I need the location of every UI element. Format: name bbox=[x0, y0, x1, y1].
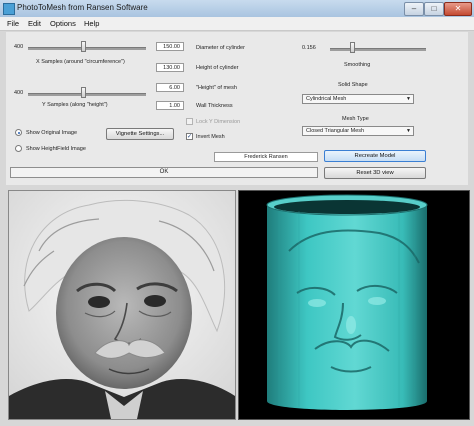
diameter-label: Diameter of cylinder bbox=[196, 45, 245, 51]
wall-thickness-field[interactable]: 1.00 bbox=[156, 101, 184, 110]
solid-shape-label: Solid Shape bbox=[338, 82, 368, 88]
x-samples-field[interactable]: 150.00 bbox=[156, 42, 184, 51]
x-samples-slider-value: 400 bbox=[14, 44, 24, 50]
original-image-view[interactable] bbox=[8, 190, 236, 420]
author-field[interactable]: Frederick Ransen bbox=[214, 152, 318, 162]
y-samples-slider[interactable] bbox=[28, 93, 146, 96]
wall-thickness-label: Wall Thickness bbox=[196, 103, 233, 109]
invert-mesh-label: Invert Mesh bbox=[196, 134, 225, 140]
x-samples-slider[interactable] bbox=[28, 47, 146, 50]
minimize-icon[interactable]: – bbox=[404, 2, 424, 16]
mesh-height-field[interactable]: 6.00 bbox=[156, 83, 184, 92]
maximize-icon[interactable]: □ bbox=[424, 2, 444, 16]
status-bar: OK bbox=[10, 167, 318, 178]
y-samples-slider-value: 400 bbox=[14, 90, 24, 96]
close-icon[interactable]: ✕ bbox=[444, 2, 472, 16]
solid-shape-value: Cylindrical Mesh bbox=[306, 96, 347, 102]
menu-edit[interactable]: Edit bbox=[28, 19, 41, 28]
mesh-type-label: Mesh Type bbox=[342, 116, 369, 122]
smoothing-label: Smoothing bbox=[344, 62, 371, 68]
vignette-settings-button[interactable]: Vignette Settings... bbox=[106, 128, 174, 140]
show-original-label: Show Original Image bbox=[26, 130, 78, 136]
x-samples-label: X Samples (around "circumference") bbox=[36, 59, 125, 65]
show-heightfield-label: Show HeightField Image bbox=[26, 146, 86, 152]
app-icon bbox=[3, 3, 15, 15]
reset-3d-view-button[interactable]: Reset 3D view bbox=[324, 167, 426, 179]
lock-y-checkbox[interactable] bbox=[186, 118, 193, 125]
mesh-type-dropdown[interactable]: Closed Triangular Mesh ▼ bbox=[302, 126, 414, 136]
title-bar[interactable]: PhotoToMesh from Ransen Software – □ ✕ bbox=[0, 0, 474, 18]
portrait-image bbox=[9, 191, 235, 419]
mesh-height-label: "Height" of mesh bbox=[196, 85, 237, 91]
menu-help[interactable]: Help bbox=[84, 19, 99, 28]
3d-mesh-view[interactable] bbox=[238, 190, 470, 420]
mesh-type-value: Closed Triangular Mesh bbox=[306, 128, 365, 134]
window-title: PhotoToMesh from Ransen Software bbox=[17, 3, 148, 12]
recreate-model-button[interactable]: Recreate Model bbox=[324, 150, 426, 162]
smoothing-slider-thumb[interactable] bbox=[350, 42, 355, 53]
lock-y-label: Lock Y Dimension bbox=[196, 119, 241, 125]
smoothing-slider[interactable] bbox=[330, 48, 426, 51]
mesh-render bbox=[239, 191, 469, 419]
y-samples-label: Y Samples (along "height") bbox=[42, 102, 108, 108]
x-samples-slider-thumb[interactable] bbox=[81, 41, 86, 52]
y-samples-field[interactable]: 130.00 bbox=[156, 63, 184, 72]
chevron-down-icon: ▼ bbox=[406, 128, 411, 134]
smoothing-value: 0.156 bbox=[302, 45, 316, 51]
menu-file[interactable]: File bbox=[7, 19, 19, 28]
menu-bar: File Edit Options Help bbox=[0, 17, 474, 31]
height-cylinder-label: Height of cylinder bbox=[196, 65, 239, 71]
solid-shape-dropdown[interactable]: Cylindrical Mesh ▼ bbox=[302, 94, 414, 104]
menu-options[interactable]: Options bbox=[50, 19, 76, 28]
y-samples-slider-thumb[interactable] bbox=[81, 87, 86, 98]
show-original-radio[interactable] bbox=[15, 129, 22, 136]
settings-panel: 400 X Samples (around "circumference") 1… bbox=[6, 32, 468, 185]
chevron-down-icon: ▼ bbox=[406, 96, 411, 102]
show-heightfield-radio[interactable] bbox=[15, 145, 22, 152]
invert-mesh-checkbox[interactable]: ✓ bbox=[186, 133, 193, 140]
